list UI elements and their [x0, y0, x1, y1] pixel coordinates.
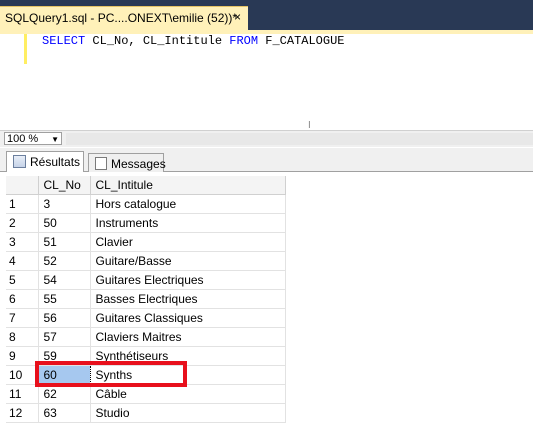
cl-no-cell[interactable]: 51: [38, 232, 91, 252]
editor-zoom-bar: 100 % ▼: [0, 130, 533, 147]
cl-intitule-cell[interactable]: Synthétiseurs: [90, 346, 286, 366]
table-row[interactable]: 3 51 Clavier: [6, 232, 286, 252]
row-number-cell[interactable]: 12: [6, 403, 39, 423]
table-row[interactable]: 5 54 Guitares Electriques: [6, 270, 286, 290]
row-number-cell[interactable]: 7: [6, 308, 39, 328]
editor-selection-margin: [0, 34, 22, 130]
cl-no-cell[interactable]: 57: [38, 327, 91, 347]
cl-no-cell[interactable]: 55: [38, 289, 91, 309]
table-row[interactable]: 1 3 Hors catalogue: [6, 194, 286, 214]
cl-intitule-cell[interactable]: Clavier: [90, 232, 286, 252]
cl-intitule-cell[interactable]: Câble: [90, 384, 286, 404]
row-number-cell[interactable]: 4: [6, 251, 39, 271]
query-tab-title: SQLQuery1.sql - PC....ONEXT\emilie (52))…: [5, 11, 238, 25]
document-tab-strip: SQLQuery1.sql - PC....ONEXT\emilie (52))…: [0, 0, 533, 30]
row-number-cell[interactable]: 6: [6, 289, 39, 309]
cl-intitule-cell[interactable]: Synths: [90, 365, 286, 385]
cl-no-cell[interactable]: 50: [38, 213, 91, 233]
zoom-value: 100 %: [7, 133, 39, 145]
cl-no-cell[interactable]: 52: [38, 251, 91, 271]
cl-no-cell[interactable]: 54: [38, 270, 91, 290]
row-number-header[interactable]: [6, 176, 39, 195]
cl-no-cell[interactable]: 63: [38, 403, 91, 423]
query-document-tab[interactable]: SQLQuery1.sql - PC....ONEXT\emilie (52))…: [0, 6, 248, 30]
sql-text[interactable]: SELECT CL_No, CL_Intitule FROM F_CATALOG…: [42, 34, 344, 48]
table-row[interactable]: 6 55 Basses Electriques: [6, 289, 286, 309]
document-icon: [95, 157, 107, 170]
column-header-cl-no[interactable]: CL_No: [38, 176, 91, 195]
row-number-cell[interactable]: 3: [6, 232, 39, 252]
row-number-cell[interactable]: 10: [6, 365, 39, 385]
results-table: CL_No CL_Intitule 1 3 Hors catalogue 2 50 Ins…: [6, 176, 286, 423]
table-row[interactable]: 8 57 Claviers Maitres: [6, 327, 286, 347]
row-number-cell[interactable]: 8: [6, 327, 39, 347]
table-row[interactable]: 4 52 Guitare/Basse: [6, 251, 286, 271]
cl-intitule-cell[interactable]: Instruments: [90, 213, 286, 233]
results-tab-bar: Résultats Messages: [0, 148, 533, 172]
cl-intitule-cell[interactable]: Guitares Classiques: [90, 308, 286, 328]
zoom-select[interactable]: 100 % ▼: [4, 132, 62, 145]
column-header-cl-intitule[interactable]: CL_Intitule: [90, 176, 286, 195]
table-row[interactable]: 10 60 Synths: [6, 364, 286, 385]
tab-messages-label: Messages: [111, 157, 166, 171]
sql-editor[interactable]: SELECT CL_No, CL_Intitule FROM F_CATALOG…: [0, 34, 533, 131]
cl-intitule-cell[interactable]: Studio: [90, 403, 286, 423]
table-row[interactable]: 9 59 Synthétiseurs: [6, 346, 286, 366]
cl-no-cell[interactable]: 3: [38, 194, 91, 214]
grid-icon: [13, 155, 26, 168]
row-number-cell[interactable]: 11: [6, 384, 39, 404]
cl-no-cell[interactable]: 56: [38, 308, 91, 328]
cl-intitule-cell[interactable]: Claviers Maitres: [90, 327, 286, 347]
header-row: CL_No CL_Intitule: [6, 176, 286, 195]
sql-columns: CL_No, CL_Intitule: [85, 34, 230, 48]
cl-no-cell[interactable]: 62: [38, 384, 91, 404]
tab-messages[interactable]: Messages: [88, 153, 166, 172]
sql-keyword-select: SELECT: [42, 34, 86, 48]
cl-no-cell[interactable]: 59: [38, 346, 91, 366]
row-number-cell[interactable]: 2: [6, 213, 39, 233]
table-row[interactable]: 12 63 Studio: [6, 403, 286, 423]
cl-intitule-cell[interactable]: Basses Electriques: [90, 289, 286, 309]
tab-results-label: Résultats: [30, 155, 81, 169]
sql-keyword-from: FROM: [229, 34, 259, 48]
horizontal-scrollbar[interactable]: [66, 133, 533, 145]
close-icon[interactable]: ×: [234, 10, 241, 24]
tab-results[interactable]: Résultats: [6, 151, 84, 172]
table-row[interactable]: 11 62 Câble: [6, 384, 286, 404]
results-grid[interactable]: CL_No CL_Intitule 1 3 Hors catalogue 2 50 Ins…: [6, 176, 533, 423]
chevron-down-icon: ▼: [51, 135, 59, 144]
table-row[interactable]: 7 56 Guitares Classiques: [6, 308, 286, 328]
change-tracking-bar: [24, 34, 27, 64]
row-number-cell[interactable]: 5: [6, 270, 39, 290]
row-number-cell[interactable]: 9: [6, 346, 39, 366]
cl-intitule-cell[interactable]: Guitares Electriques: [90, 270, 286, 290]
cl-intitule-cell[interactable]: Hors catalogue: [90, 194, 286, 214]
table-row[interactable]: 2 50 Instruments: [6, 213, 286, 233]
cl-intitule-cell[interactable]: Guitare/Basse: [90, 251, 286, 271]
sql-table: F_CATALOGUE: [258, 34, 345, 48]
row-number-cell[interactable]: 1: [6, 194, 39, 214]
cl-no-cell[interactable]: 60: [37, 364, 91, 385]
